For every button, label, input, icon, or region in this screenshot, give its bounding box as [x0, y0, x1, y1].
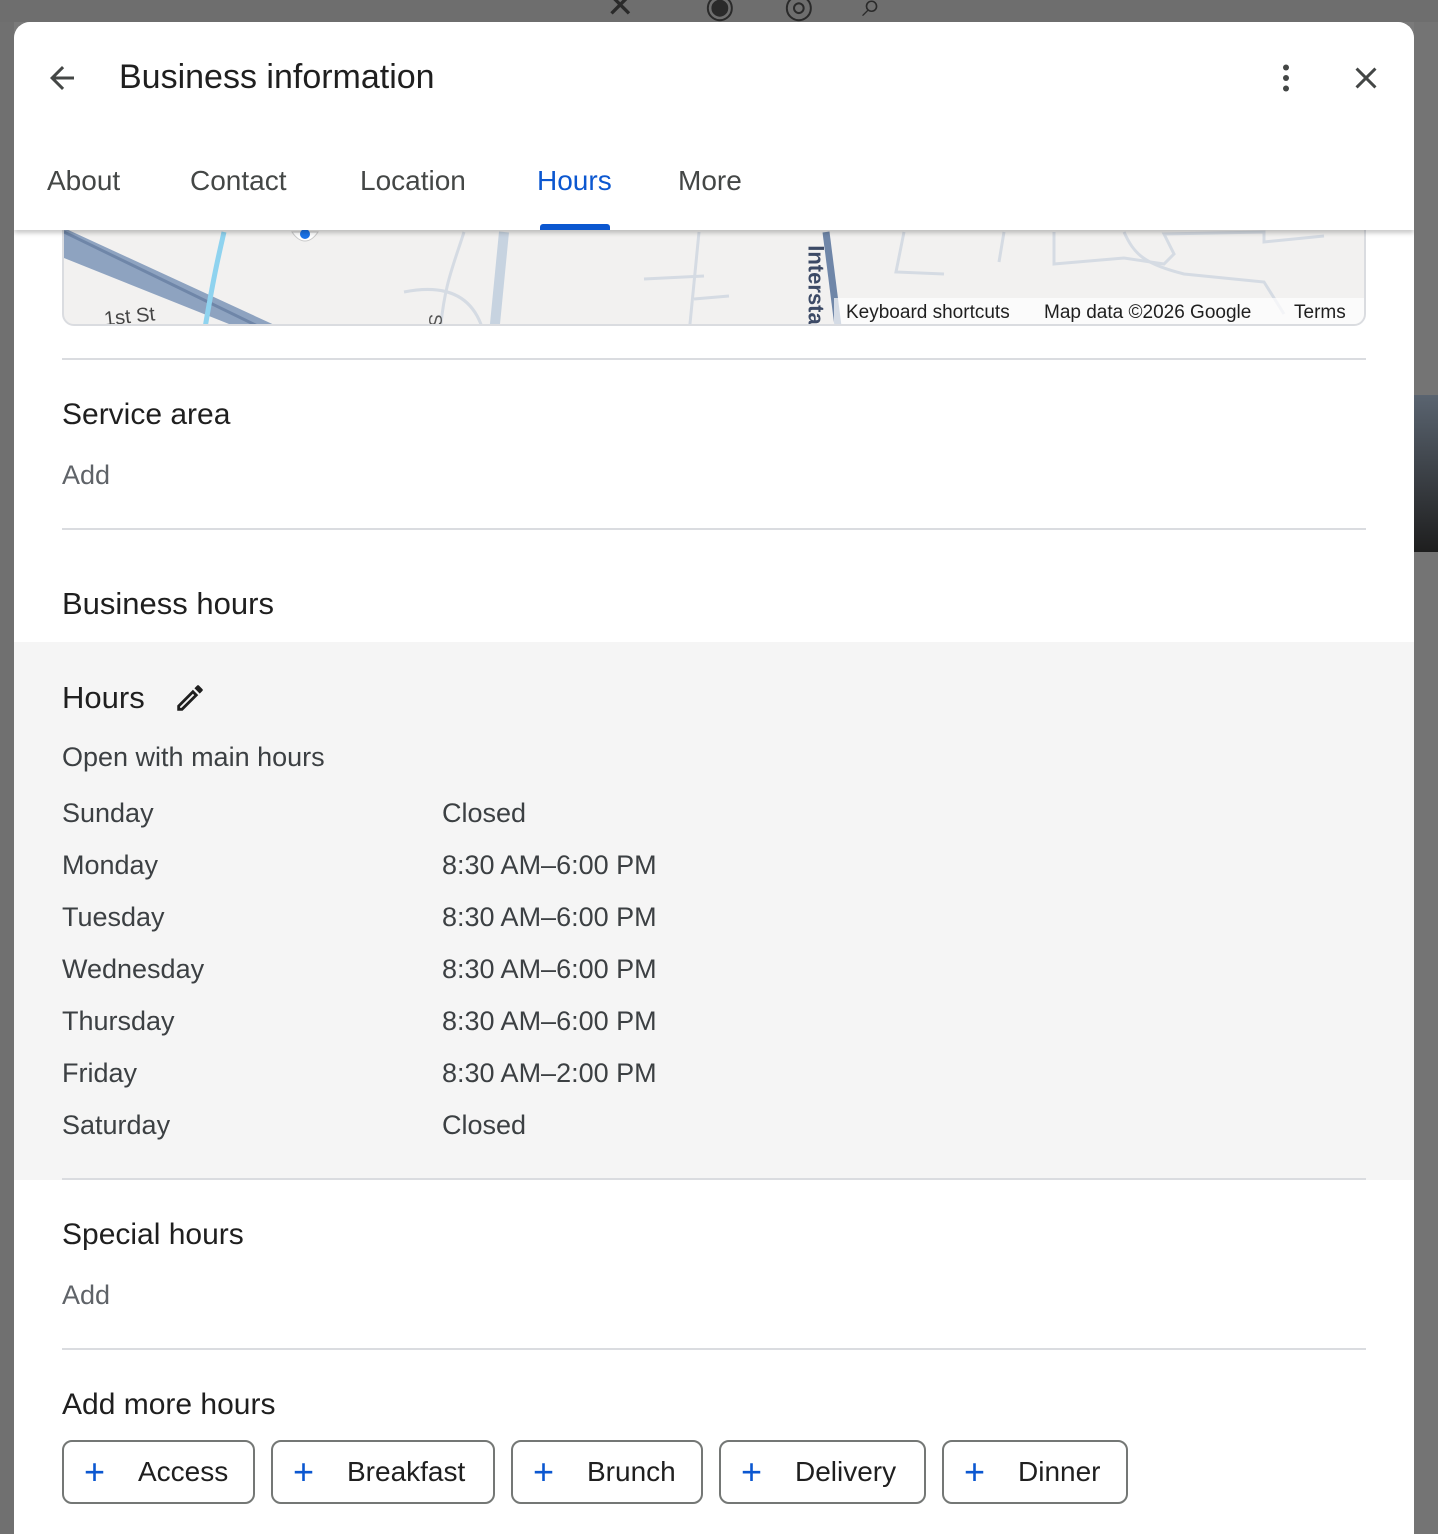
plus-icon: +	[533, 1451, 555, 1492]
day-hours: Closed	[442, 1110, 527, 1140]
chip-label: Brunch	[587, 1456, 676, 1487]
map-highway-label: Intersta	[803, 245, 829, 325]
close-icon	[1355, 67, 1377, 89]
tab-contact[interactable]: Contact	[190, 165, 287, 197]
service-area-title: Service area	[62, 398, 231, 431]
day-hours: 8:30 AM–6:00 PM	[442, 954, 657, 984]
hours-row-tuesday: Tuesday 8:30 AM–6:00 PM	[62, 902, 762, 942]
day-hours: 8:30 AM–2:00 PM	[442, 1058, 657, 1088]
tab-about[interactable]: About	[47, 165, 120, 197]
map-street-label: St	[425, 313, 446, 326]
chip-label: Delivery	[795, 1456, 897, 1487]
back-button[interactable]	[40, 56, 84, 100]
divider	[62, 358, 1366, 360]
add-dinner-hours-chip[interactable]: + Dinner	[942, 1440, 1128, 1504]
background-toolbar: ✕ ◉ ◎ ⌕	[0, 0, 1438, 25]
chip-label: Access	[138, 1456, 229, 1487]
more-vert-icon	[1283, 64, 1289, 92]
plus-icon: +	[741, 1451, 763, 1492]
hours-row-saturday: Saturday Closed	[62, 1110, 762, 1150]
add-breakfast-hours-chip[interactable]: + Breakfast	[271, 1440, 495, 1504]
hours-row-friday: Friday 8:30 AM–2:00 PM	[62, 1058, 762, 1098]
tab-hours[interactable]: Hours	[537, 165, 612, 197]
plus-icon: +	[84, 1451, 106, 1492]
edit-hours-button[interactable]	[170, 678, 210, 718]
hours-row-thursday: Thursday 8:30 AM–6:00 PM	[62, 1006, 762, 1046]
main-hours-section: Hours Open with main hours Sunday Closed…	[14, 642, 1414, 1180]
tab-more[interactable]: More	[678, 165, 742, 197]
map-terms-link[interactable]: Terms	[1294, 302, 1346, 324]
dialog-header: Business information About Contact Locat…	[14, 22, 1414, 230]
special-hours-add-link[interactable]: Add	[62, 1280, 110, 1311]
business-hours-title: Business hours	[62, 586, 274, 621]
day-hours: 8:30 AM–6:00 PM	[442, 902, 657, 932]
background-right-strip	[1414, 22, 1438, 1534]
background-photo	[1414, 395, 1438, 552]
hours-row-monday: Monday 8:30 AM–6:00 PM	[62, 850, 762, 890]
add-delivery-hours-chip[interactable]: + Delivery	[719, 1440, 926, 1504]
pencil-icon	[177, 685, 203, 711]
day-name: Tuesday	[62, 902, 165, 932]
day-hours: Closed	[442, 798, 527, 828]
divider	[62, 1348, 1366, 1350]
arrow-back-icon	[50, 66, 74, 90]
hours-row-sunday: Sunday Closed	[62, 798, 762, 838]
divider	[62, 1178, 1366, 1180]
background-left-strip	[0, 22, 14, 1534]
business-information-dialog: 1st St St Intersta Keyboard shortcuts Ma…	[14, 22, 1414, 1534]
day-name: Monday	[62, 850, 159, 880]
hours-label: Hours	[62, 680, 145, 715]
day-hours: 8:30 AM–6:00 PM	[442, 1006, 657, 1036]
day-hours: 8:30 AM–6:00 PM	[442, 850, 657, 880]
keyboard-shortcuts-link[interactable]: Keyboard shortcuts	[846, 302, 1010, 324]
day-name: Wednesday	[62, 954, 205, 984]
day-name: Sunday	[62, 798, 154, 828]
divider	[62, 528, 1366, 530]
add-brunch-hours-chip[interactable]: + Brunch	[511, 1440, 703, 1504]
special-hours-title: Special hours	[62, 1218, 244, 1251]
active-tab-indicator	[540, 224, 610, 230]
hours-row-wednesday: Wednesday 8:30 AM–6:00 PM	[62, 954, 762, 994]
tab-location[interactable]: Location	[360, 165, 466, 197]
service-area-add-link[interactable]: Add	[62, 460, 110, 491]
close-button[interactable]	[1344, 56, 1388, 100]
plus-icon: +	[964, 1451, 986, 1492]
hours-status: Open with main hours	[62, 742, 325, 772]
day-name: Saturday	[62, 1110, 171, 1140]
chip-label: Breakfast	[347, 1456, 466, 1487]
plus-icon: +	[293, 1451, 315, 1492]
add-access-hours-chip[interactable]: + Access	[62, 1440, 255, 1504]
add-more-hours-title: Add more hours	[62, 1388, 276, 1421]
map-data-attribution: Map data ©2026 Google	[1044, 302, 1252, 323]
day-name: Friday	[62, 1058, 138, 1088]
dialog-title: Business information	[119, 58, 435, 96]
chip-label: Dinner	[1018, 1456, 1101, 1487]
more-options-button[interactable]	[1264, 56, 1308, 100]
day-name: Thursday	[62, 1006, 175, 1036]
